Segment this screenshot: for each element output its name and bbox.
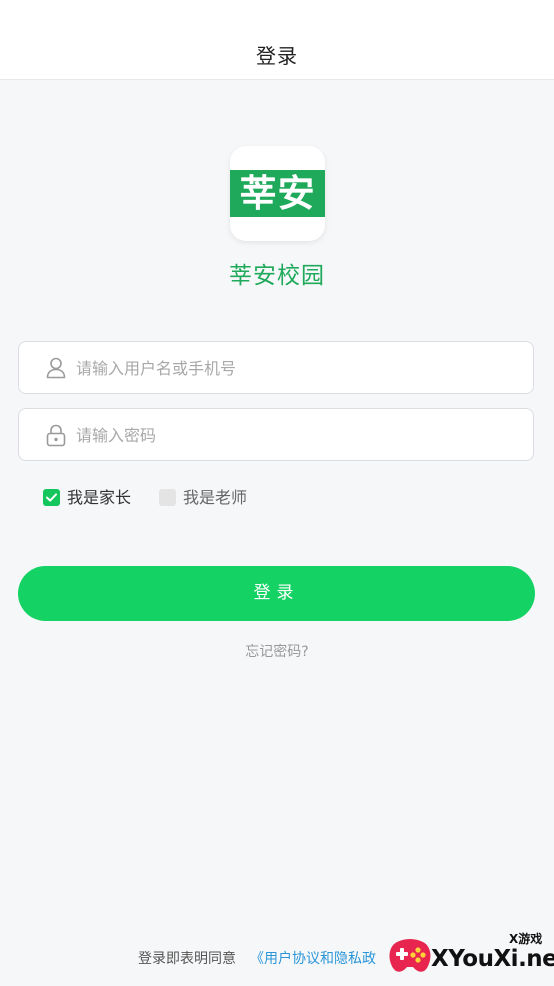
watermark: X游戏 XYouXi.net — [385, 928, 554, 984]
page-title: 登录 — [256, 44, 298, 68]
checkbox-checked-icon[interactable] — [43, 489, 60, 506]
agreement-text: 登录即表明同意 《用户协议和隐私政 — [138, 948, 376, 968]
user-icon — [44, 356, 68, 380]
login-button[interactable]: 登录 — [18, 566, 535, 621]
role-teacher-label: 我是老师 — [183, 488, 248, 507]
gamepad-icon — [387, 936, 433, 980]
nav-header: 登录 — [0, 0, 554, 80]
password-input[interactable] — [74, 409, 518, 462]
forgot-password-link[interactable]: 忘记密码? — [0, 641, 554, 661]
app-name: 莘安校园 — [229, 263, 325, 289]
watermark-small-text: X游戏 — [509, 932, 543, 946]
checkbox-unchecked-icon[interactable] — [159, 489, 176, 506]
agreement-prefix: 登录即表明同意 — [138, 951, 236, 967]
app-logo-text: 莘安 — [230, 170, 325, 217]
app-logo: 莘安 — [230, 146, 325, 241]
lock-icon — [44, 423, 68, 447]
password-field[interactable] — [18, 408, 534, 462]
user-agreement-link[interactable]: 《用户协议和隐私政 — [250, 951, 376, 967]
role-parent-label: 我是家长 — [67, 488, 132, 507]
username-input[interactable] — [74, 342, 518, 395]
watermark-main-text: XYouXi.net — [431, 946, 554, 972]
username-field[interactable] — [18, 341, 534, 395]
